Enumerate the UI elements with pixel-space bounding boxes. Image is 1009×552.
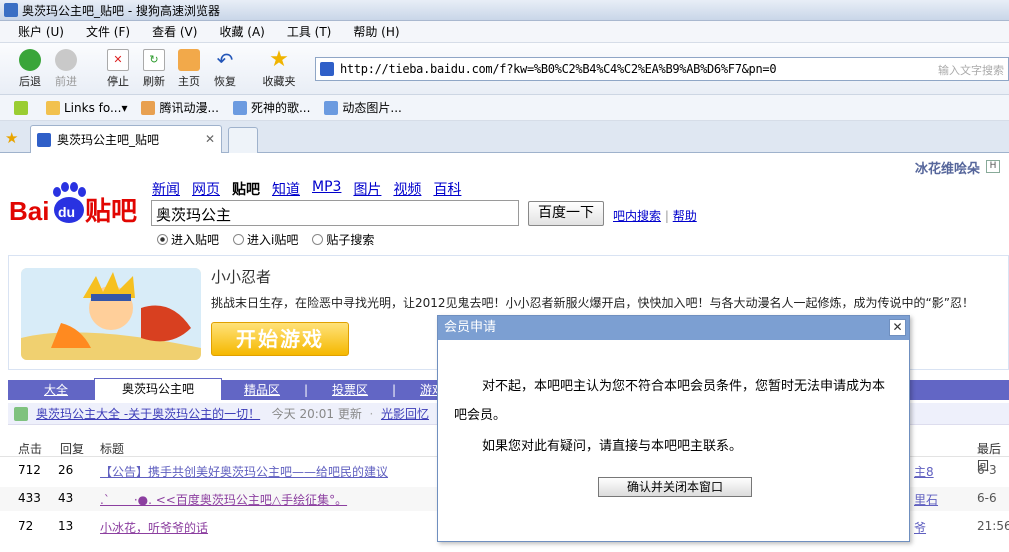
page-icon: [232, 100, 247, 115]
dialog-close-icon[interactable]: ✕: [889, 319, 906, 336]
search-placeholder[interactable]: 输入文字搜索: [938, 62, 1004, 78]
link-gif[interactable]: 动态图片...: [324, 99, 402, 116]
top-nav: 新闻 网页 贴吧 知道 MP3 图片 视频 百科: [152, 179, 473, 199]
links-bar: Links fo... ▾ 腾讯动漫... 死神的歌... 动态图片...: [0, 95, 1009, 121]
menu-account[interactable]: 账户 (U): [18, 23, 64, 40]
search-links: 吧内搜索 | 帮助: [613, 209, 697, 223]
membership-dialog: 会员申请 ✕ 对不起，本吧吧主认为您不符合本吧会员条件，您暂时无法申请成为本吧会…: [437, 315, 910, 542]
tab-bar: ★ 奥茨玛公主吧_贴吧 ✕: [0, 121, 1009, 153]
page-icon: [141, 100, 156, 115]
dialog-contact-note: 如果您对此有疑问，请直接与本吧吧主联系。: [482, 439, 743, 454]
nav-web[interactable]: 网页: [192, 179, 220, 199]
back-arrow-icon: [19, 49, 41, 71]
thread-title-link[interactable]: .` ·●. <<百度奥茨玛公主吧△手绘征集°。: [100, 491, 347, 508]
dialog-body: 对不起，本吧吧主认为您不符合本吧会员条件，您暂时无法申请成为本吧会员。 如果您对…: [454, 372, 894, 461]
window-title-bar: 奥茨玛公主吧_贴吧 - 搜狗高速浏览器: [0, 0, 1009, 21]
tab-forum[interactable]: 奥茨玛公主吧: [94, 378, 222, 400]
user-badge-icon[interactable]: H: [986, 160, 1000, 173]
menu-view[interactable]: 查看 (V): [152, 23, 197, 40]
tab-close-icon[interactable]: ✕: [205, 132, 215, 146]
notice-time: 20:01 更新: [299, 407, 362, 421]
link-tencent[interactable]: 腾讯动漫...: [141, 99, 219, 116]
nav-images[interactable]: 图片: [353, 179, 381, 199]
tab-vote[interactable]: 投票区: [332, 380, 368, 400]
col-title: 标题: [100, 442, 125, 456]
radio-enter-tieba[interactable]: 进入贴吧: [157, 231, 219, 248]
confirm-close-button[interactable]: 确认并关闭本窗口: [598, 477, 752, 497]
col-replies: 回复: [60, 442, 85, 456]
menu-file[interactable]: 文件 (F): [86, 23, 130, 40]
page-icon: [324, 100, 339, 115]
thread-title-link[interactable]: 【公告】携手共创美好奥茨玛公主吧——给吧民的建议: [100, 463, 388, 480]
notice-icon: [14, 407, 28, 421]
new-tab-button[interactable]: [228, 127, 258, 153]
start-game-button[interactable]: 开始游戏: [211, 322, 349, 356]
page-favicon: [320, 62, 334, 76]
home-icon: [178, 49, 200, 71]
tab-tieba[interactable]: 奥茨玛公主吧_贴吧 ✕: [30, 125, 222, 153]
radio-enter-itieba[interactable]: 进入i贴吧: [233, 231, 298, 248]
folder-icon: [46, 100, 60, 115]
stop-button[interactable]: ✕ 停止: [101, 49, 135, 89]
menu-bar: 账户 (U) 文件 (F) 查看 (V) 收藏 (A) 工具 (T) 帮助 (H…: [0, 21, 1009, 43]
thread-title-link[interactable]: 小冰花，听爷爷的话: [100, 519, 208, 536]
back-button[interactable]: 后退: [13, 49, 47, 89]
home-button[interactable]: 主页: [172, 49, 206, 89]
notice-more-link[interactable]: 光影回忆: [381, 407, 429, 421]
radio-post-search[interactable]: 贴子搜索: [312, 231, 374, 248]
add-favorite-icon[interactable]: [14, 100, 32, 115]
restore-button[interactable]: ↶ 恢复: [208, 49, 242, 89]
nav-video[interactable]: 视频: [393, 179, 421, 199]
dialog-title: 会员申请: [438, 316, 909, 340]
notice-time-label: 今天: [271, 407, 296, 421]
baidu-tieba-logo[interactable]: Bai du 贴吧: [9, 180, 145, 230]
nav-mp3[interactable]: MP3: [312, 179, 341, 199]
tab-favicon: [37, 132, 51, 147]
nav-tieba: 贴吧: [232, 182, 260, 198]
menu-tools[interactable]: 工具 (T): [287, 23, 332, 40]
address-bar[interactable]: http://tieba.baidu.com/f?kw=%B0%C2%B4%C4…: [315, 57, 1009, 81]
user-link[interactable]: 冰花维哙朵: [915, 158, 980, 177]
tab-featured[interactable]: 精品区: [244, 380, 280, 400]
stop-icon: ✕: [107, 49, 129, 71]
link-song[interactable]: 死神的歌...: [232, 99, 310, 116]
col-clicks: 点击: [18, 442, 43, 456]
menu-favorites[interactable]: 收藏 (A): [219, 23, 264, 40]
forward-button[interactable]: 前进: [49, 49, 83, 89]
search-input[interactable]: 奥茨玛公主: [151, 200, 519, 226]
favorites-button[interactable]: ★ 收藏夹: [258, 49, 300, 89]
svg-text:Bai: Bai: [9, 196, 49, 226]
refresh-button[interactable]: ↻ 刷新: [137, 49, 171, 89]
ad-description: 挑战末日生存，在险恶中寻找光明，让2012见鬼去吧！小小忍者新服火爆开启，快快加…: [211, 296, 974, 310]
in-bar-search-link[interactable]: 吧内搜索: [613, 209, 661, 223]
window-title: 奥茨玛公主吧_贴吧 - 搜狗高速浏览器: [22, 3, 220, 18]
address-url[interactable]: http://tieba.baidu.com/f?kw=%B0%C2%B4%C4…: [340, 62, 777, 76]
dialog-message: 对不起，本吧吧主认为您不符合本吧会员条件，您暂时无法申请成为本吧会员。: [454, 379, 886, 423]
browser-icon: [4, 3, 18, 17]
svg-text:贴吧: 贴吧: [85, 197, 137, 227]
ad-title: 小小忍者: [211, 268, 272, 286]
link-folder[interactable]: Links fo... ▾: [46, 100, 127, 115]
menu-help[interactable]: 帮助 (H): [353, 23, 399, 40]
forward-arrow-icon: [55, 49, 77, 71]
help-link[interactable]: 帮助: [673, 209, 697, 223]
nav-news[interactable]: 新闻: [152, 179, 180, 199]
tab-all[interactable]: 大全: [44, 380, 68, 400]
nav-baike[interactable]: 百科: [433, 179, 461, 199]
search-mode-radios: 进入贴吧 进入i贴吧 贴子搜索: [157, 231, 388, 248]
star-icon: ★: [269, 47, 289, 72]
refresh-icon: ↻: [143, 49, 165, 71]
svg-text:du: du: [58, 204, 75, 220]
notice-link[interactable]: 奥茨玛公主大全 -关于奥茨玛公主的一切！: [36, 407, 260, 421]
nav-zhidao[interactable]: 知道: [272, 179, 300, 199]
favorite-star-icon[interactable]: ★: [5, 129, 18, 147]
restore-icon: ↶: [216, 48, 234, 72]
search-button[interactable]: 百度一下: [528, 201, 604, 226]
ninja-ad-image[interactable]: [21, 268, 201, 360]
